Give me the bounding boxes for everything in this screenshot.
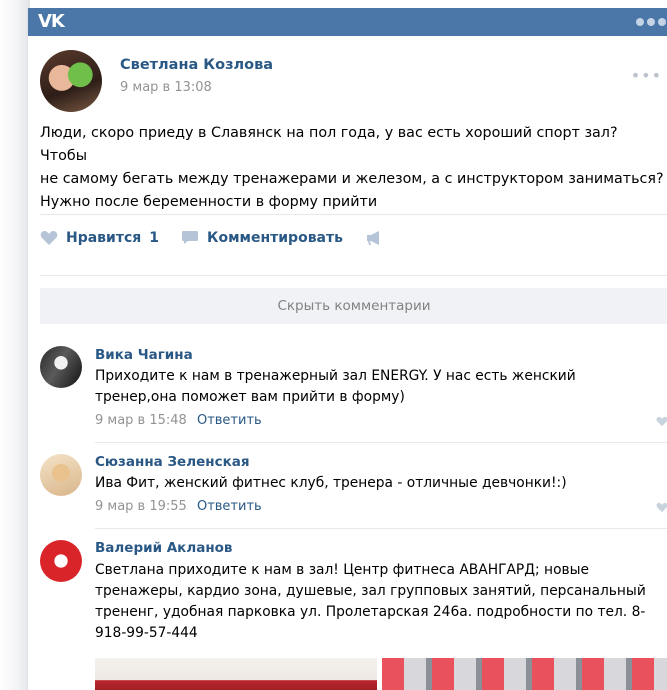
post-text-line: Люди, скоро приеду в Славянск на пол год… bbox=[40, 125, 618, 164]
like-button[interactable]: Нравится 1 bbox=[40, 230, 159, 246]
comment-author[interactable]: Сюзанна Зеленская bbox=[95, 454, 250, 470]
comment-text-line: Приходите к нам в тренажерный зал ENERGY… bbox=[95, 368, 576, 384]
comment-author[interactable]: Валерий Акланов bbox=[95, 540, 232, 556]
like-count: 1 bbox=[149, 230, 160, 246]
comment-text: Светлана приходите к нам в зал! Центр фи… bbox=[95, 560, 665, 644]
comment-meta: 9 мар в 15:48 Ответить bbox=[95, 413, 262, 428]
divider bbox=[95, 528, 667, 529]
comment-avatar[interactable] bbox=[40, 540, 82, 582]
post-author-name[interactable]: Светлана Козлова bbox=[120, 57, 273, 73]
vk-logo[interactable]: VK bbox=[38, 11, 65, 32]
share-button[interactable] bbox=[365, 230, 393, 246]
divider bbox=[95, 442, 667, 443]
page-background bbox=[0, 0, 30, 690]
menu-dots-icon[interactable] bbox=[636, 18, 666, 26]
post-text: Люди, скоро приеду в Славянск на пол год… bbox=[40, 122, 666, 214]
post-text-line: Нужно после беременности в форму прийти bbox=[40, 194, 378, 210]
comment-date[interactable]: 9 мар в 19:55 bbox=[95, 499, 187, 514]
post-author-avatar[interactable] bbox=[40, 50, 102, 112]
comment-text-line: Ива Фит, женский фитнес клуб, тренера - … bbox=[95, 475, 567, 491]
reply-button[interactable]: Ответить bbox=[197, 413, 262, 428]
post-more-icon[interactable]: ••• bbox=[631, 66, 662, 85]
megaphone-icon bbox=[366, 231, 379, 245]
comment-avatar[interactable] bbox=[40, 346, 82, 388]
comment-text-line: тренер,она поможет вам прийти в форму) bbox=[95, 389, 405, 405]
speech-bubble-icon bbox=[182, 231, 199, 244]
comment-text: Ива Фит, женский фитнес клуб, тренера - … bbox=[95, 473, 665, 494]
post-text-line: не самому бегать между тренажерами и жел… bbox=[40, 171, 664, 187]
comment-text-line: Светлана приходите к нам в зал! Центр фи… bbox=[95, 562, 590, 578]
heart-icon bbox=[40, 231, 58, 245]
post-actions: Нравится 1 Комментировать bbox=[40, 227, 415, 249]
attached-photo[interactable] bbox=[382, 658, 667, 690]
comment-author[interactable]: Вика Чагина bbox=[95, 347, 193, 363]
reply-button[interactable]: Ответить bbox=[197, 499, 262, 514]
attached-photo[interactable] bbox=[95, 658, 377, 690]
divider bbox=[40, 275, 667, 276]
comment-text-line: тренeнг, удобная парковка ул. Пролетарск… bbox=[95, 604, 646, 620]
comment-text: Приходите к нам в тренажерный зал ENERGY… bbox=[95, 366, 665, 408]
top-header: VK bbox=[28, 8, 667, 36]
comment-text-line: 918-99-57-444 bbox=[95, 625, 198, 641]
post-date[interactable]: 9 мар в 13:08 bbox=[120, 80, 212, 95]
comment-like-icon[interactable] bbox=[656, 502, 667, 513]
hide-comments-button[interactable]: Скрыть комментарии bbox=[40, 288, 667, 324]
comment-label: Комментировать bbox=[207, 230, 343, 246]
post-card: VK Светлана Козлова 9 мар в 13:08 ••• Лю… bbox=[27, 8, 667, 690]
comment-meta: 9 мар в 19:55 Ответить bbox=[95, 499, 262, 514]
comment-date[interactable]: 9 мар в 15:48 bbox=[95, 413, 187, 428]
comment-text-line: тренажеры, кардио зона, душевые, зал гру… bbox=[95, 583, 646, 599]
like-label: Нравится bbox=[66, 230, 142, 246]
comment-button[interactable]: Комментировать bbox=[181, 230, 343, 246]
comment-avatar[interactable] bbox=[40, 454, 82, 496]
divider bbox=[40, 214, 667, 215]
comment-like-icon[interactable] bbox=[656, 416, 667, 427]
